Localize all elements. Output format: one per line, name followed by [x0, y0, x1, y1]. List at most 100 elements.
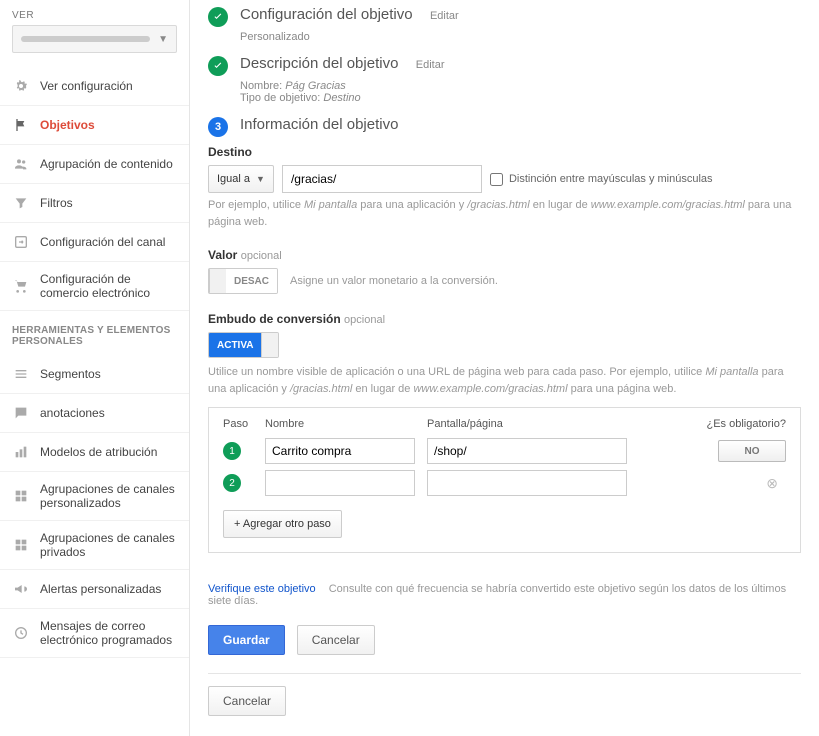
nav-channel-settings[interactable]: Configuración del canal: [0, 223, 189, 262]
step-2-subtitle: Nombre: Pág Gracias Tipo de objetivo: De…: [240, 80, 801, 104]
funnel-row-1: 1 NO: [223, 438, 786, 464]
verify-row: Verifique este objetivo Consulte con qué…: [208, 583, 801, 607]
square-arrow-icon: [12, 233, 30, 251]
nav-label: Configuración de comercio electrónico: [40, 272, 177, 300]
nav-attribution-models[interactable]: Modelos de atribución: [0, 433, 189, 472]
col-screen: Pantalla/página: [427, 418, 627, 430]
clock-icon: [12, 624, 30, 642]
bars-icon: [12, 443, 30, 461]
toggle-knob: [209, 269, 226, 293]
nav-label: Segmentos: [40, 367, 101, 381]
grid-icon: [12, 536, 30, 554]
nav-label: Configuración del canal: [40, 235, 165, 249]
step-2-edit-link[interactable]: Editar: [416, 59, 445, 71]
nav-label: Alertas personalizadas: [40, 582, 161, 596]
nav-content-grouping[interactable]: Agrupación de contenido: [0, 145, 189, 184]
name-value: Pág Gracias: [285, 80, 346, 92]
case-sensitive-label: Distinción entre mayúsculas y minúsculas: [509, 173, 713, 185]
step-1-row: Configuración del objetivo Editar: [208, 6, 801, 27]
chevron-down-icon: ▼: [256, 174, 265, 184]
col-required: ¿Es obligatorio?: [707, 418, 787, 430]
filter-icon: [12, 194, 30, 212]
view-placeholder: [21, 36, 150, 42]
gear-icon: [12, 77, 30, 95]
destination-help: Por ejemplo, utilice Mi pantalla para un…: [208, 197, 801, 230]
nav-label: Mensajes de correo electrónico programad…: [40, 619, 177, 647]
nav-private-channel-groupings[interactable]: Agrupaciones de canales privados: [0, 521, 189, 570]
people-icon: [12, 155, 30, 173]
step-screen-input[interactable]: [427, 438, 627, 464]
step-3-badge: 3: [208, 117, 228, 137]
value-description: Asigne un valor monetario a la conversió…: [290, 275, 498, 287]
case-sensitive-checkbox[interactable]: [490, 173, 503, 186]
nav-goals[interactable]: Objetivos: [0, 106, 189, 145]
nav-annotations[interactable]: anotaciones: [0, 394, 189, 433]
step-number: 1: [223, 442, 241, 460]
nav-ecommerce-settings[interactable]: Configuración de comercio electrónico: [0, 262, 189, 311]
funnel-help: Utilice un nombre visible de aplicación …: [208, 364, 801, 397]
funnel-row-2: 2 ⊗: [223, 470, 786, 496]
toggle-on-label: ACTIVA: [209, 333, 261, 357]
nav-label: anotaciones: [40, 406, 105, 420]
step-1-badge: [208, 7, 228, 27]
destination-label: Destino: [208, 145, 801, 159]
step-2-row: Descripción del objetivo Editar: [208, 55, 801, 76]
type-value: Destino: [323, 92, 360, 104]
nav-custom-channel-groupings[interactable]: Agrupaciones de canales personalizados: [0, 472, 189, 521]
nav-filters[interactable]: Filtros: [0, 184, 189, 223]
nav-view-settings[interactable]: Ver configuración: [0, 67, 189, 106]
step-1-edit-link[interactable]: Editar: [430, 10, 459, 22]
funnel-toggle[interactable]: ACTIVA: [208, 332, 279, 358]
match-type-dropdown[interactable]: Igual a ▼: [208, 165, 274, 193]
cancel-button-outer[interactable]: Cancelar: [208, 686, 286, 716]
col-step: Paso: [223, 418, 253, 430]
funnel-label: Embudo de conversión opcional: [208, 312, 801, 326]
required-toggle[interactable]: NO: [718, 440, 786, 462]
value-label: Valor opcional: [208, 248, 801, 262]
add-step-button[interactable]: + Agregar otro paso: [223, 510, 342, 538]
toggle-knob: [261, 333, 278, 357]
chevron-down-icon: ▼: [158, 34, 168, 45]
step-name-input[interactable]: [265, 470, 415, 496]
remove-step-icon[interactable]: ⊗: [718, 475, 786, 492]
list-icon: [12, 365, 30, 383]
step-name-input[interactable]: [265, 438, 415, 464]
nav-label: Agrupaciones de canales personalizados: [40, 482, 177, 510]
value-toggle[interactable]: DESAC: [208, 268, 278, 294]
nav-label: Ver configuración: [40, 79, 133, 93]
grid-icon: [12, 487, 30, 505]
nav-label: Agrupaciones de canales privados: [40, 531, 177, 559]
step-screen-input[interactable]: [427, 470, 627, 496]
cancel-button[interactable]: Cancelar: [297, 625, 375, 655]
nav-scheduled-emails[interactable]: Mensajes de correo electrónico programad…: [0, 609, 189, 658]
verify-goal-link[interactable]: Verifique este objetivo: [208, 583, 316, 595]
nav-label: Modelos de atribución: [40, 445, 157, 459]
sidebar: VER ▼ Ver configuración Objetivos Agrupa…: [0, 0, 190, 736]
save-button[interactable]: Guardar: [208, 625, 285, 655]
view-selector[interactable]: ▼: [12, 25, 177, 53]
step-1-subtitle: Personalizado: [240, 31, 801, 43]
nav-segments[interactable]: Segmentos: [0, 355, 189, 394]
flag-icon: [12, 116, 30, 134]
nav-label: Filtros: [40, 196, 73, 210]
match-type-value: Igual a: [217, 173, 250, 185]
step-number: 2: [223, 474, 241, 492]
view-label: VER: [0, 10, 189, 25]
name-label: Nombre:: [240, 80, 282, 92]
type-label: Tipo de objetivo:: [240, 92, 320, 104]
nav-custom-alerts[interactable]: Alertas personalizadas: [0, 570, 189, 609]
destination-input[interactable]: [282, 165, 482, 193]
funnel-table: Paso Nombre Pantalla/página ¿Es obligato…: [208, 407, 801, 553]
main-content: Configuración del objetivo Editar Person…: [190, 0, 819, 736]
tools-section-header: HERRAMIENTAS Y ELEMENTOS PERSONALES: [0, 311, 189, 355]
chat-icon: [12, 404, 30, 422]
cart-icon: [12, 277, 30, 295]
case-sensitive-option[interactable]: Distinción entre mayúsculas y minúsculas: [490, 173, 713, 186]
step-2-badge: [208, 56, 228, 76]
nav-label: Agrupación de contenido: [40, 157, 173, 171]
col-name: Nombre: [265, 418, 415, 430]
step-2-title: Descripción del objetivo: [240, 55, 398, 72]
step-3-row: 3 Información del objetivo: [208, 116, 801, 137]
funnel-header: Paso Nombre Pantalla/página ¿Es obligato…: [223, 418, 786, 430]
step-3-title: Información del objetivo: [240, 116, 398, 133]
